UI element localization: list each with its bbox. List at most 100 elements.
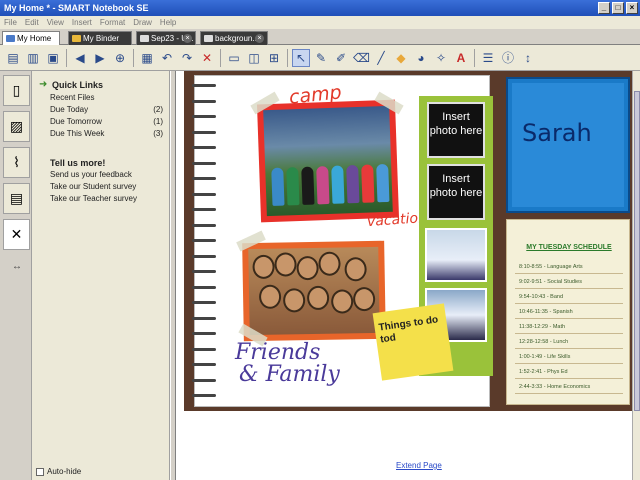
properties-tab-icon[interactable]: ▤	[3, 183, 30, 214]
menu-draw[interactable]: Draw	[133, 18, 152, 29]
schedule-item: 12:28-12:58 - Lunch	[519, 339, 569, 345]
redo-icon[interactable]: ↷	[178, 49, 196, 67]
eraser-icon[interactable]: ⌫	[352, 49, 370, 67]
schedule-item: 1:52-2:41 - Phys Ed	[519, 369, 568, 375]
schedule-divider	[515, 348, 623, 349]
binder-icon[interactable]: ▥	[24, 49, 42, 67]
window-title: My Home * - SMART Notebook SE	[4, 3, 149, 13]
face	[274, 252, 297, 277]
insert-photo-placeholder[interactable]: Insert photo here	[427, 164, 485, 220]
insert-photo-placeholder[interactable]: Insert photo here	[427, 102, 485, 158]
feedback-link[interactable]: Send us your feedback	[50, 170, 165, 179]
schedule-divider	[515, 378, 623, 379]
minimize-button[interactable]: _	[598, 2, 610, 14]
camp-group-image	[263, 105, 393, 217]
close-tab-icon[interactable]: ×	[255, 34, 264, 43]
camp-photo[interactable]	[256, 99, 400, 223]
pen-icon[interactable]: ✎	[312, 49, 330, 67]
person-figure	[316, 165, 330, 205]
vertical-scrollbar[interactable]	[632, 71, 640, 480]
person-figure	[376, 163, 390, 203]
quick-link-due-tomorrow[interactable]: Due Tomorrow (1)	[50, 117, 165, 126]
face	[352, 286, 376, 312]
menu-insert[interactable]: Insert	[72, 18, 92, 29]
more-icon[interactable]: ↕	[519, 49, 537, 67]
spiral-ring	[192, 316, 216, 320]
close-tab-icon[interactable]: ×	[183, 34, 192, 43]
name-text: Sarah	[512, 83, 624, 207]
checkbox[interactable]	[36, 467, 44, 476]
menu-view[interactable]: View	[47, 18, 64, 29]
student-survey-link[interactable]: Take our Student survey	[50, 182, 165, 191]
close-button[interactable]: ×	[626, 2, 638, 14]
sticky-note[interactable]: Things to do tod	[372, 303, 454, 381]
face	[296, 255, 319, 281]
name-card[interactable]: Sarah	[506, 77, 630, 213]
quick-links-icon[interactable]: ✕	[3, 219, 30, 250]
schedule-card[interactable]: MY TUESDAY SCHEDULE 8:10-8:55 - Language…	[506, 219, 630, 405]
quick-link-due-this-week[interactable]: Due This Week (3)	[50, 129, 165, 138]
schedule-divider	[515, 363, 623, 364]
gallery-icon[interactable]: ▨	[3, 111, 30, 142]
properties-icon[interactable]: ☰	[479, 49, 497, 67]
extend-page-link[interactable]: Extend Page	[396, 461, 442, 470]
info-icon[interactable]: ⓘ	[499, 49, 517, 67]
spiral-ring	[192, 115, 216, 118]
spiral-ring	[192, 270, 216, 273]
fill-icon[interactable]: ◕	[412, 49, 430, 67]
schedule-divider	[515, 318, 623, 319]
quick-link-recent-files[interactable]: Recent Files	[50, 93, 165, 102]
teacher-survey-link[interactable]: Take our Teacher survey	[50, 194, 165, 203]
back-icon[interactable]: ◀	[71, 49, 89, 67]
tab-my-binder[interactable]: My Binder	[68, 31, 132, 45]
page-sorter-icon[interactable]: ▯	[3, 75, 30, 106]
text-icon[interactable]: A	[452, 49, 470, 67]
spiral-ring	[192, 394, 216, 397]
maximize-button[interactable]: □	[612, 2, 624, 14]
shape-icon[interactable]: ◆	[392, 49, 410, 67]
spiral-ring	[192, 223, 216, 227]
screen-shade-icon[interactable]: ▭	[225, 49, 243, 67]
auto-hide-checkbox[interactable]: Auto-hide	[36, 467, 81, 476]
snow-photo[interactable]	[425, 228, 487, 282]
friends-family-text[interactable]: Friends & Family	[235, 342, 340, 386]
line-icon[interactable]: ╱	[372, 49, 390, 67]
scroll-thumb[interactable]	[634, 91, 640, 411]
forward-icon[interactable]: ▶	[91, 49, 109, 67]
add-page-icon[interactable]: ⊕	[111, 49, 129, 67]
table-icon[interactable]: ⊞	[265, 49, 283, 67]
notebook-page[interactable]: camp vacation Friends & Family Insert ph…	[184, 71, 632, 411]
tab-label: My Home	[17, 34, 52, 43]
quick-link-due-today[interactable]: Due Today (2)	[50, 105, 165, 114]
select-icon[interactable]: ↖	[292, 48, 310, 67]
friends-photo[interactable]	[242, 240, 386, 342]
creative-pen-icon[interactable]: ✐	[332, 49, 350, 67]
person-figure	[271, 167, 285, 206]
whiteboard-canvas[interactable]: camp vacation Friends & Family Insert ph…	[176, 71, 640, 480]
friends-line: Friends	[235, 340, 321, 365]
tab-sep23[interactable]: Sep23 - U... ×	[136, 31, 196, 45]
spiral-ring	[192, 347, 216, 351]
attachments-icon[interactable]: ⌇	[3, 147, 30, 178]
menu-edit[interactable]: Edit	[25, 18, 39, 29]
save-icon[interactable]: ▣	[44, 49, 62, 67]
menu-help[interactable]: Help	[160, 18, 176, 29]
menu-file[interactable]: File	[4, 18, 17, 29]
tell-us-heading: Tell us more!	[50, 158, 106, 168]
tab-my-home[interactable]: My Home	[2, 31, 60, 45]
folder-icon	[72, 35, 81, 42]
menu-format[interactable]: Format	[100, 18, 125, 29]
tab-background[interactable]: backgroun... ×	[200, 31, 268, 45]
capture-icon[interactable]: ◫	[245, 49, 263, 67]
spiral-binding	[192, 84, 216, 404]
document-icon[interactable]: ▤	[4, 49, 22, 67]
title-bar: My Home * - SMART Notebook SE _ □ ×	[0, 0, 640, 16]
schedule-divider	[515, 333, 623, 334]
expand-arrows-icon[interactable]: ↔	[12, 261, 22, 272]
sidebar-tab-strip: ▯ ▨ ⌇ ▤ ✕ ↔	[0, 71, 32, 480]
undo-icon[interactable]: ↶	[158, 49, 176, 67]
paste-icon[interactable]: ▦	[138, 49, 156, 67]
spiral-ring	[192, 332, 216, 335]
delete-icon[interactable]: ✕	[198, 49, 216, 67]
magic-pen-icon[interactable]: ✧	[432, 49, 450, 67]
